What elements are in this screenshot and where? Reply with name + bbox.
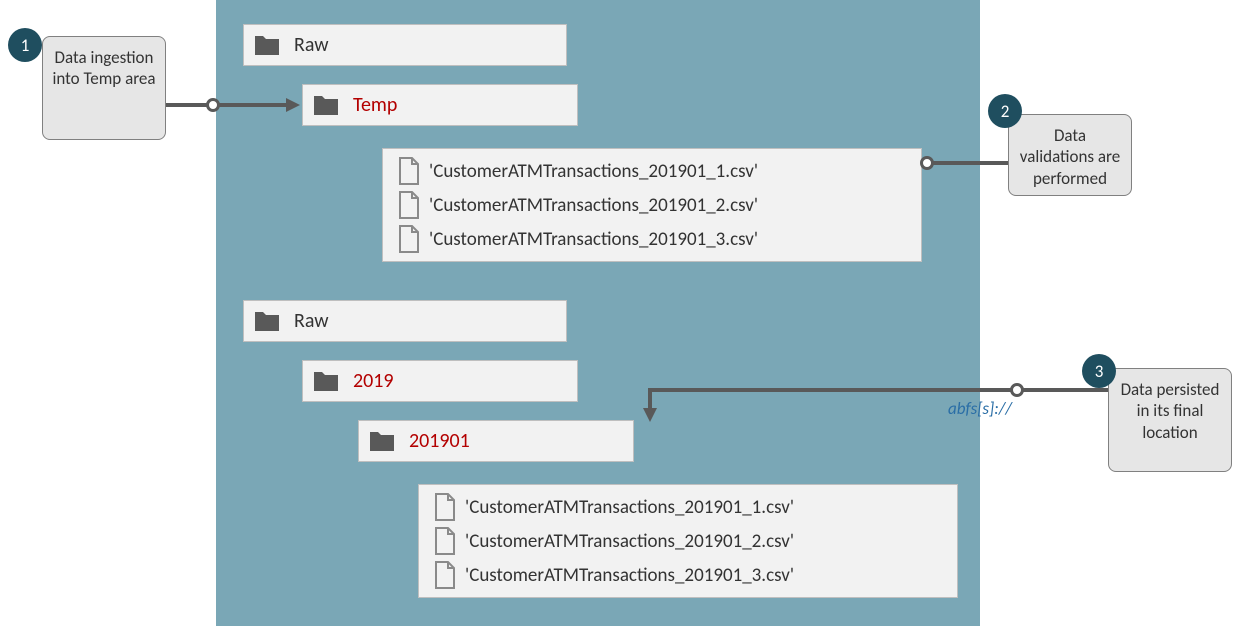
folder-icon bbox=[313, 92, 343, 118]
callout-validation: Data validations are performed bbox=[1008, 114, 1132, 196]
file-icon bbox=[433, 493, 455, 521]
folder-icon bbox=[369, 428, 399, 454]
folder-icon bbox=[254, 32, 284, 58]
protocol-label: abfs[s]:// bbox=[948, 398, 1012, 419]
folder-label: Raw bbox=[294, 309, 329, 333]
folder-label: 201901 bbox=[409, 429, 470, 453]
folder-label: Raw bbox=[294, 33, 329, 57]
file-icon bbox=[397, 191, 419, 219]
step-number-badge: 1 bbox=[8, 28, 42, 62]
connector-line bbox=[1022, 388, 1108, 392]
folder-label: Temp bbox=[353, 93, 397, 117]
arrowhead-down-icon bbox=[643, 408, 659, 424]
folder-label: 2019 bbox=[353, 369, 394, 393]
folder-raw-top: Raw bbox=[243, 24, 567, 66]
callout-persist: Data persisted in its final location bbox=[1108, 368, 1232, 472]
step-number-badge: 2 bbox=[988, 94, 1022, 128]
file-name: 'CustomerATMTransactions_201901_1.csv' bbox=[465, 496, 794, 519]
file-item: 'CustomerATMTransactions_201901_2.csv' bbox=[433, 527, 943, 555]
connector-line bbox=[166, 103, 208, 107]
folder-icon bbox=[254, 308, 284, 334]
file-name: 'CustomerATMTransactions_201901_2.csv' bbox=[465, 530, 794, 553]
file-item: 'CustomerATMTransactions_201901_3.csv' bbox=[397, 225, 907, 253]
callout-text: Data persisted in its final location bbox=[1121, 379, 1220, 443]
callout-text: Data validations are performed bbox=[1020, 125, 1120, 189]
file-name: 'CustomerATMTransactions_201901_3.csv' bbox=[429, 228, 758, 251]
file-item: 'CustomerATMTransactions_201901_1.csv' bbox=[397, 157, 907, 185]
file-item: 'CustomerATMTransactions_201901_1.csv' bbox=[433, 493, 943, 521]
folder-year: 2019 bbox=[302, 360, 578, 402]
folder-month: 201901 bbox=[358, 420, 634, 462]
folder-raw-bottom: Raw bbox=[243, 300, 567, 342]
file-icon bbox=[397, 225, 419, 253]
connector-line bbox=[648, 388, 1012, 392]
file-icon bbox=[433, 527, 455, 555]
file-list-temp: 'CustomerATMTransactions_201901_1.csv' '… bbox=[382, 148, 922, 262]
connector-line bbox=[218, 103, 288, 107]
file-item: 'CustomerATMTransactions_201901_3.csv' bbox=[433, 561, 943, 589]
folder-temp: Temp bbox=[302, 84, 578, 126]
file-icon bbox=[433, 561, 455, 589]
callout-text: Data ingestion into Temp area bbox=[52, 47, 155, 89]
folder-icon bbox=[313, 368, 343, 394]
file-item: 'CustomerATMTransactions_201901_2.csv' bbox=[397, 191, 907, 219]
file-name: 'CustomerATMTransactions_201901_3.csv' bbox=[465, 564, 794, 587]
arrowhead-right-icon bbox=[286, 98, 302, 114]
file-list-final: 'CustomerATMTransactions_201901_1.csv' '… bbox=[418, 484, 958, 598]
connector-line bbox=[932, 161, 1008, 165]
step-number-badge: 3 bbox=[1082, 354, 1116, 388]
file-icon bbox=[397, 157, 419, 185]
file-name: 'CustomerATMTransactions_201901_1.csv' bbox=[429, 160, 758, 183]
file-name: 'CustomerATMTransactions_201901_2.csv' bbox=[429, 194, 758, 217]
callout-ingestion: Data ingestion into Temp area bbox=[42, 36, 166, 140]
